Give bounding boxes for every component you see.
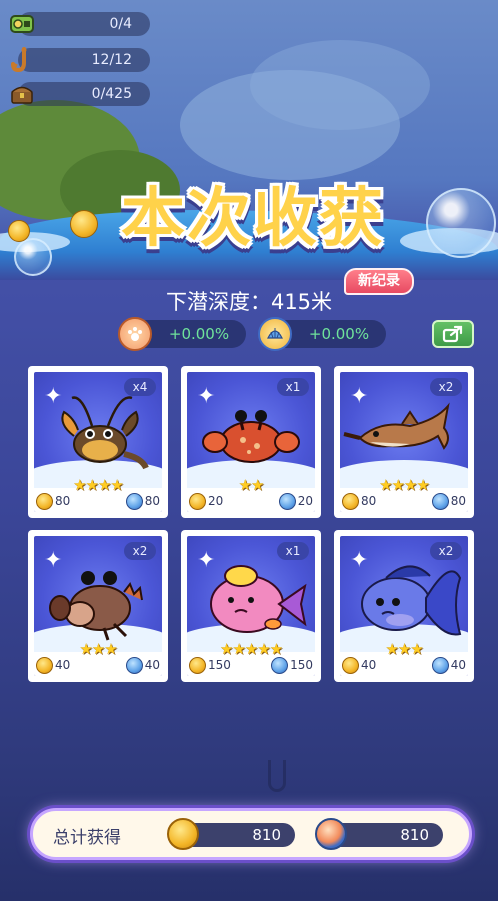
shell-icon — [431, 492, 449, 510]
catch-shells: 150 — [290, 658, 313, 672]
coin-icon — [342, 656, 359, 674]
coin-icon — [189, 492, 206, 510]
medals-count: 0/4 — [109, 16, 132, 32]
shell-icon — [125, 492, 143, 510]
catch-card-art: ✦ x4 ★★★★ 80 80 — [34, 372, 162, 512]
catch-coins: 80 — [55, 494, 71, 508]
background-cloud — [250, 40, 430, 130]
shell-icon — [315, 818, 347, 850]
total-earned-panel: 总计获得 810 810 — [30, 808, 472, 860]
paw-bonus-value: +0.00% — [168, 325, 230, 343]
paw-icon — [118, 317, 152, 351]
catch-shells: 40 — [450, 658, 466, 672]
blue-goldfish-icon — [340, 548, 468, 644]
coin-icon — [36, 492, 53, 510]
catch-shells: 40 — [144, 658, 160, 672]
catch-coins: 150 — [208, 658, 231, 672]
coin-icon — [36, 656, 53, 674]
shell-icon — [278, 492, 296, 510]
share-icon — [442, 325, 463, 343]
shell-bonus: +0.00% — [258, 317, 386, 351]
bubble — [426, 188, 496, 258]
treasure-chest-icon — [8, 80, 36, 108]
catch-shells: 20 — [297, 494, 313, 508]
catch-shells: 80 — [144, 494, 160, 508]
catch-card[interactable]: ✦ x1 ★★ 20 20 — [181, 366, 321, 518]
catch-card[interactable]: ✦ x4 ★★★★ 80 80 — [28, 366, 168, 518]
resource-hooks: 12/12 — [8, 46, 150, 74]
catch-card-art: ✦ x1 ★★★★★ 150 150 — [187, 536, 315, 676]
paw-bonus: +0.00% — [118, 317, 246, 351]
chests-count: 0/425 — [91, 86, 132, 102]
resource-medals: 0/4 — [8, 10, 150, 38]
total-shells: 810 — [315, 818, 443, 850]
catch-card[interactable]: ✦ x2 ★★★★ 80 80 — [334, 366, 474, 518]
catch-rewards: 150 150 — [189, 656, 313, 674]
new-record-badge: 新纪录 — [344, 268, 414, 295]
hook-silhouette — [268, 760, 286, 792]
dive-depth-text: 下潜深度：415米 — [165, 290, 333, 314]
share-button[interactable] — [432, 320, 474, 348]
catch-card-art: ✦ x2 ★★★★ 80 80 — [340, 372, 468, 512]
catch-card[interactable]: ✦ x2 ★★★ 40 40 — [28, 530, 168, 682]
bubble — [14, 238, 52, 276]
shell-icon — [431, 656, 449, 674]
total-coins: 810 — [167, 818, 295, 850]
catch-coins: 80 — [361, 494, 377, 508]
coin-icon — [167, 818, 199, 850]
catch-card-art: ✦ x2 ★★★ 40 40 — [340, 536, 468, 676]
catch-coins: 40 — [55, 658, 71, 672]
total-shells-value: 810 — [400, 826, 429, 844]
shell-icon — [271, 656, 289, 674]
floating-coin-icon — [8, 220, 30, 242]
pink-fish-icon — [187, 548, 315, 644]
catch-card-art: ✦ x1 ★★ 20 20 — [187, 372, 315, 512]
shell-icon — [258, 317, 292, 351]
total-label: 总计获得 — [53, 828, 121, 848]
lobster-icon — [34, 384, 162, 480]
coin-icon — [189, 656, 206, 674]
catch-rewards: 80 80 — [342, 492, 466, 510]
coin-icon — [342, 492, 359, 510]
hooks-count: 12/12 — [91, 52, 132, 68]
harvest-title: 本次收获 — [121, 182, 385, 256]
catch-rewards: 20 20 — [189, 492, 313, 510]
catch-card-art: ✦ x2 ★★★ 40 40 — [34, 536, 162, 676]
red-crab-icon — [187, 384, 315, 480]
catch-rewards: 40 40 — [36, 656, 160, 674]
sawfish-icon — [340, 384, 468, 480]
catch-card[interactable]: ✦ x2 ★★★ 40 40 — [334, 530, 474, 682]
total-coins-value: 810 — [252, 826, 281, 844]
game-scene: 0/4 12/12 0/425 本次收获 下潜深度：415米 新纪录 +0.00… — [0, 0, 498, 901]
fishhook-icon — [8, 46, 36, 74]
shell-bonus-value: +0.00% — [308, 325, 370, 343]
catch-coins: 20 — [208, 494, 224, 508]
catch-coins: 40 — [361, 658, 377, 672]
brown-crab-icon — [34, 548, 162, 644]
shell-icon — [125, 656, 143, 674]
catch-card[interactable]: ✦ x1 ★★★★★ 150 150 — [181, 530, 321, 682]
resource-chests: 0/425 — [8, 80, 150, 108]
catch-rewards: 80 80 — [36, 492, 160, 510]
catch-rewards: 40 40 — [342, 656, 466, 674]
catch-shells: 80 — [450, 494, 466, 508]
medal-icon — [8, 10, 36, 38]
